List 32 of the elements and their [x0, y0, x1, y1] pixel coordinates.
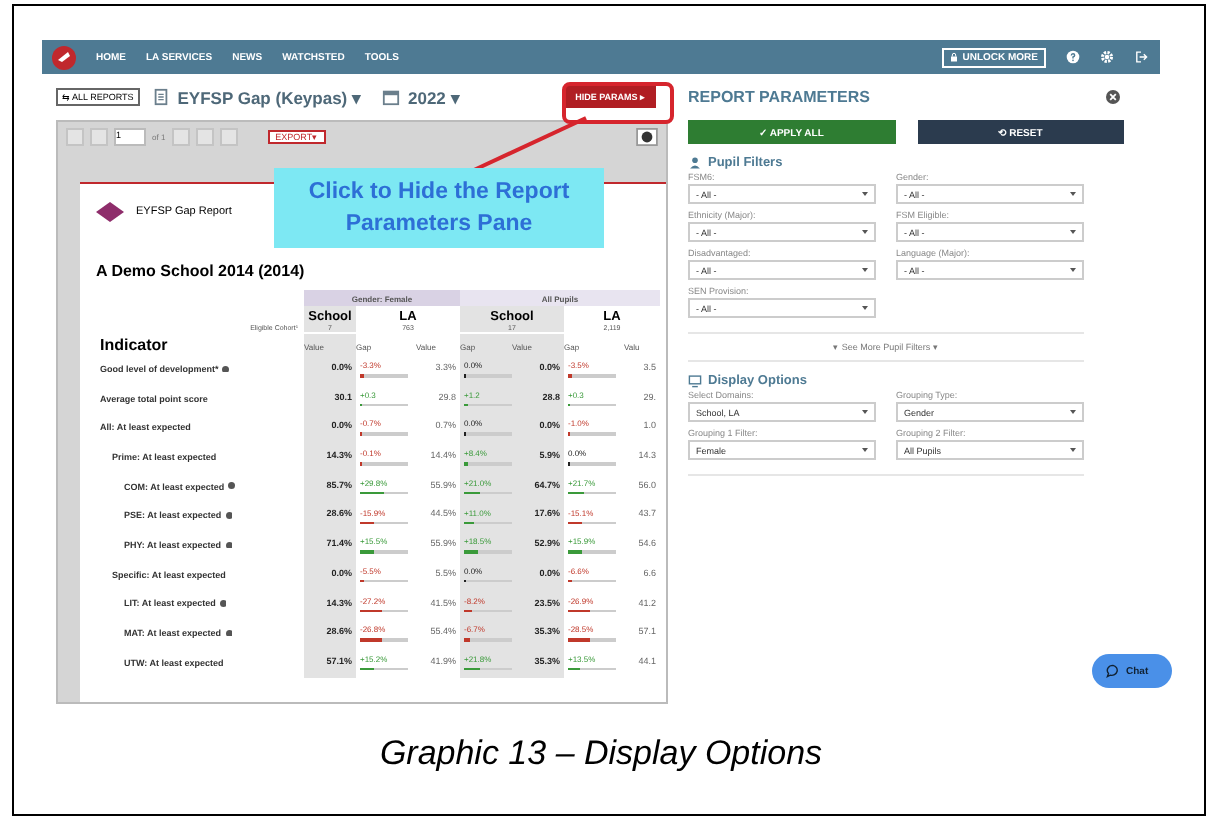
calendar-icon [382, 88, 400, 106]
diamond-logo-icon [96, 202, 124, 222]
caret-icon [1070, 192, 1076, 196]
caret-icon [1070, 410, 1076, 414]
caret-icon [1070, 268, 1076, 272]
settings-icon[interactable] [1100, 50, 1114, 64]
person-icon [688, 156, 702, 170]
leader-line [470, 114, 590, 174]
help-icon[interactable] [636, 127, 658, 145]
document-icon [151, 88, 170, 106]
report-dropdown[interactable]: EYFSP Gap (Keypas) ▾ [177, 87, 362, 107]
caret-icon [1070, 230, 1076, 234]
caret-icon [862, 192, 868, 196]
indicator-heading: Indicator [98, 334, 170, 354]
highlight-frame [562, 82, 674, 124]
school-name: A Demo School 2014 (2014) [96, 262, 307, 280]
monitor-icon [688, 374, 702, 388]
figure-caption: Graphic 13 – Display Options [377, 734, 825, 774]
caret-icon [862, 306, 868, 310]
caret-icon [862, 448, 868, 452]
caret-icon [1070, 448, 1076, 452]
caret-icon [862, 230, 868, 234]
logout-icon[interactable] [1134, 50, 1148, 64]
speech-bubble-icon [1106, 664, 1120, 678]
year-dropdown[interactable]: 2022 ▾ [408, 87, 461, 107]
callout-text: Click to Hide the Report Parameters Pane [274, 168, 604, 248]
caret-icon [862, 268, 868, 272]
parameters-title: REPORT PARAMETERS [688, 87, 872, 105]
lock-icon [950, 52, 959, 62]
logo-icon[interactable] [52, 45, 76, 69]
caret-icon [862, 410, 868, 414]
close-icon[interactable] [1106, 89, 1120, 103]
